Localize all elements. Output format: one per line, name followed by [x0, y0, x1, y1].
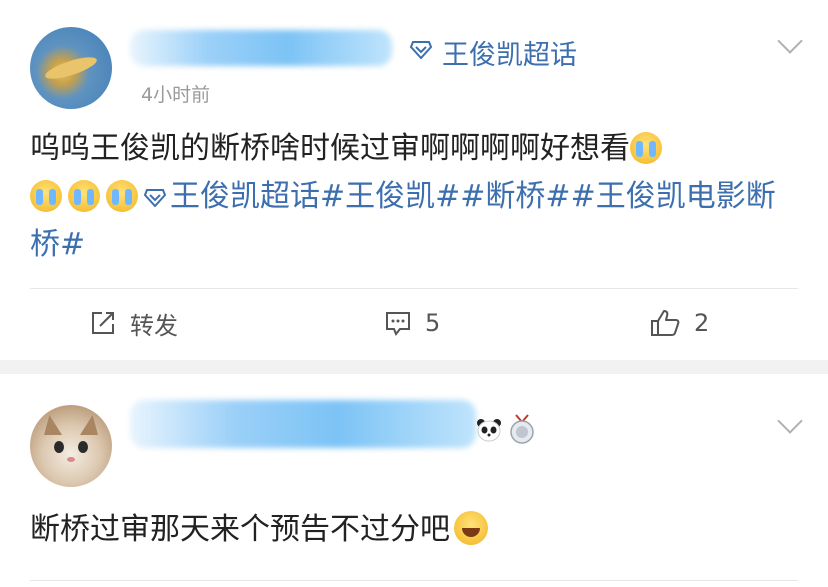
divider — [30, 288, 798, 289]
repost-icon — [92, 312, 114, 334]
crying-emoji-icon — [630, 132, 662, 164]
user-avatar[interactable] — [30, 27, 112, 109]
topic-link[interactable]: #断桥# — [460, 179, 570, 214]
crying-emoji-icon — [68, 180, 100, 212]
crying-emoji-icon — [106, 180, 138, 212]
post-content-text: 断桥过审那天来个预告不过分吧 — [30, 512, 450, 547]
crying-emoji-icon — [30, 180, 62, 212]
super-topic-diamond-icon — [410, 41, 432, 59]
super-topic-diamond-icon — [143, 189, 167, 208]
super-topic-link[interactable]: 王俊凯超话 — [442, 33, 577, 72]
repost-label: 转发 — [130, 311, 178, 340]
comment-icon — [386, 312, 410, 336]
grin-emoji-icon — [454, 511, 488, 545]
like-count: 2 — [694, 309, 710, 337]
post-content: 断桥过审那天来个预告不过分吧 — [30, 506, 800, 554]
avatar-image — [43, 52, 99, 84]
cat-left-eye — [54, 441, 64, 453]
username-blurred[interactable] — [130, 30, 392, 66]
post-timestamp: 4小时前 — [141, 84, 211, 106]
grin-mouth — [462, 528, 480, 537]
badge-icon — [510, 414, 534, 444]
chevron-down-icon[interactable] — [777, 408, 803, 434]
post-separator — [0, 360, 828, 374]
like-button[interactable]: 2 — [650, 290, 709, 356]
panda-icon — [477, 419, 501, 442]
post-card-2: 断桥过审那天来个预告不过分吧 — [0, 374, 828, 587]
repost-button[interactable]: 转发 — [90, 290, 178, 356]
topic-link[interactable]: 王俊凯超话 — [170, 179, 320, 214]
divider — [30, 580, 798, 581]
cat-left-ear — [44, 415, 62, 435]
topic-link[interactable]: #王俊凯# — [320, 179, 460, 214]
post-card-1: 王俊凯超话 4小时前 呜呜王俊凯的断桥啥时候过审啊啊啊啊好想看 王俊凯超话#王俊… — [0, 0, 828, 360]
user-avatar[interactable] — [30, 405, 112, 487]
chevron-down-icon[interactable] — [777, 28, 803, 54]
like-icon — [651, 310, 680, 336]
cat-right-eye — [78, 441, 88, 453]
username-blurred[interactable] — [130, 400, 476, 448]
post-content-text: 呜呜王俊凯的断桥啥时候过审啊啊啊啊好想看 — [30, 131, 630, 166]
cat-right-ear — [80, 415, 98, 435]
post-content: 呜呜王俊凯的断桥啥时候过审啊啊啊啊好想看 王俊凯超话#王俊凯##断桥##王俊凯电… — [30, 125, 800, 269]
cat-nose — [67, 457, 75, 462]
comment-button[interactable]: 5 — [385, 290, 440, 356]
comment-count: 5 — [425, 309, 441, 337]
